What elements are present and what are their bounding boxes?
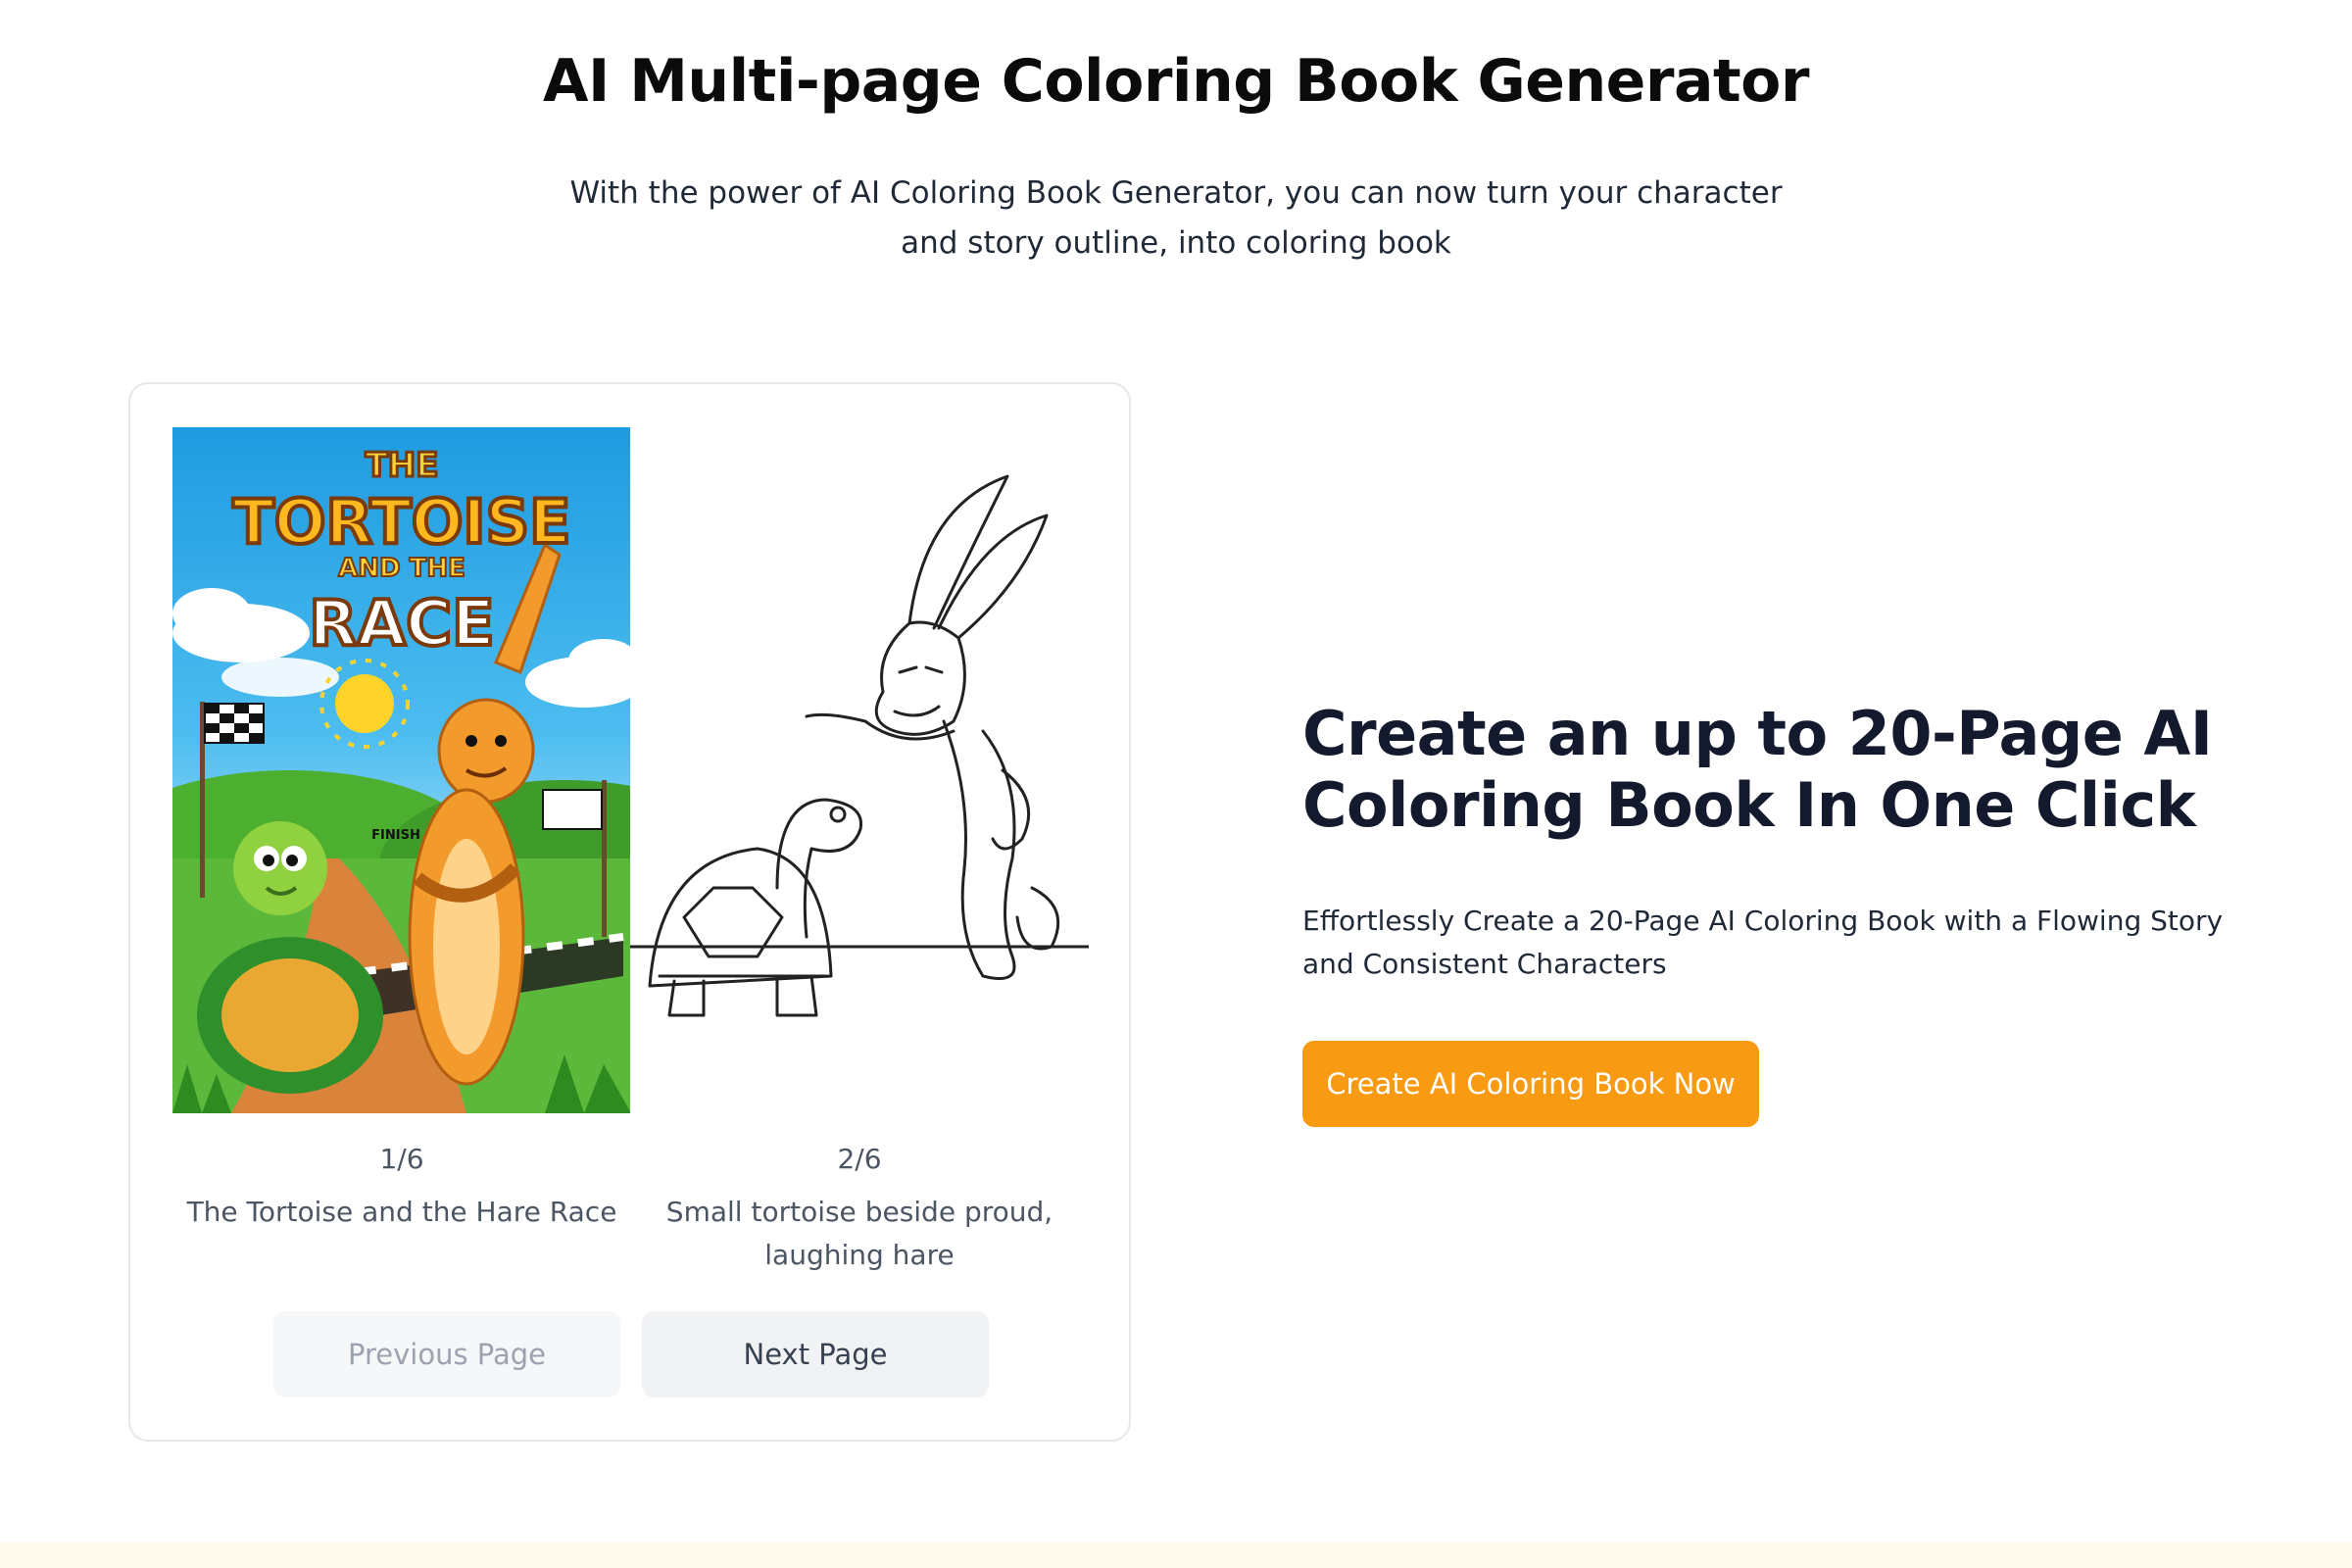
page-caption: Small tortoise beside proud, laughing ha… xyxy=(665,1196,1054,1271)
cover-title-line-2: TORTOISE xyxy=(232,486,570,558)
cover-illustration: THE TORTOISE AND THE RACE FINISH xyxy=(172,427,631,1113)
book-page-2: 2/6 Small tortoise beside proud, laughin… xyxy=(630,427,1089,1277)
next-section-band xyxy=(0,1543,2352,1568)
cover-title-line-3: AND THE xyxy=(338,554,466,583)
page-title: AI Multi-page Coloring Book Generator xyxy=(543,47,1809,116)
cover-artwork: THE TORTOISE AND THE RACE FINISH xyxy=(172,445,631,1113)
pagination-controls: Previous Page Next Page xyxy=(130,1311,1133,1397)
previous-page-button[interactable]: Previous Page xyxy=(273,1311,620,1397)
page-counter: 1/6 xyxy=(379,1143,424,1175)
line-art-illustration xyxy=(630,427,1089,1113)
book-page-1: THE TORTOISE AND THE RACE FINISH 1/6 The… xyxy=(172,427,631,1234)
finish-sign-text: FINISH xyxy=(371,828,420,843)
line-art-artwork xyxy=(630,474,1089,1017)
cover-title-line-1: THE xyxy=(366,446,439,485)
promo-description: Effortlessly Create a 20-Page AI Colorin… xyxy=(1302,905,2224,980)
cover-title-line-4: RACE xyxy=(309,588,495,661)
next-page-button[interactable]: Next Page xyxy=(642,1311,989,1397)
page-subtitle: With the power of AI Coloring Book Gener… xyxy=(569,175,1783,261)
page-counter: 2/6 xyxy=(837,1143,882,1175)
coloring-book-preview-card: THE TORTOISE AND THE RACE FINISH 1/6 The… xyxy=(128,382,1131,1442)
create-coloring-book-button[interactable]: Create AI Coloring Book Now xyxy=(1302,1041,1759,1127)
promo-heading: Create an up to 20-Page AI Coloring Book… xyxy=(1302,698,2213,841)
page-caption: The Tortoise and the Hare Race xyxy=(186,1196,617,1228)
